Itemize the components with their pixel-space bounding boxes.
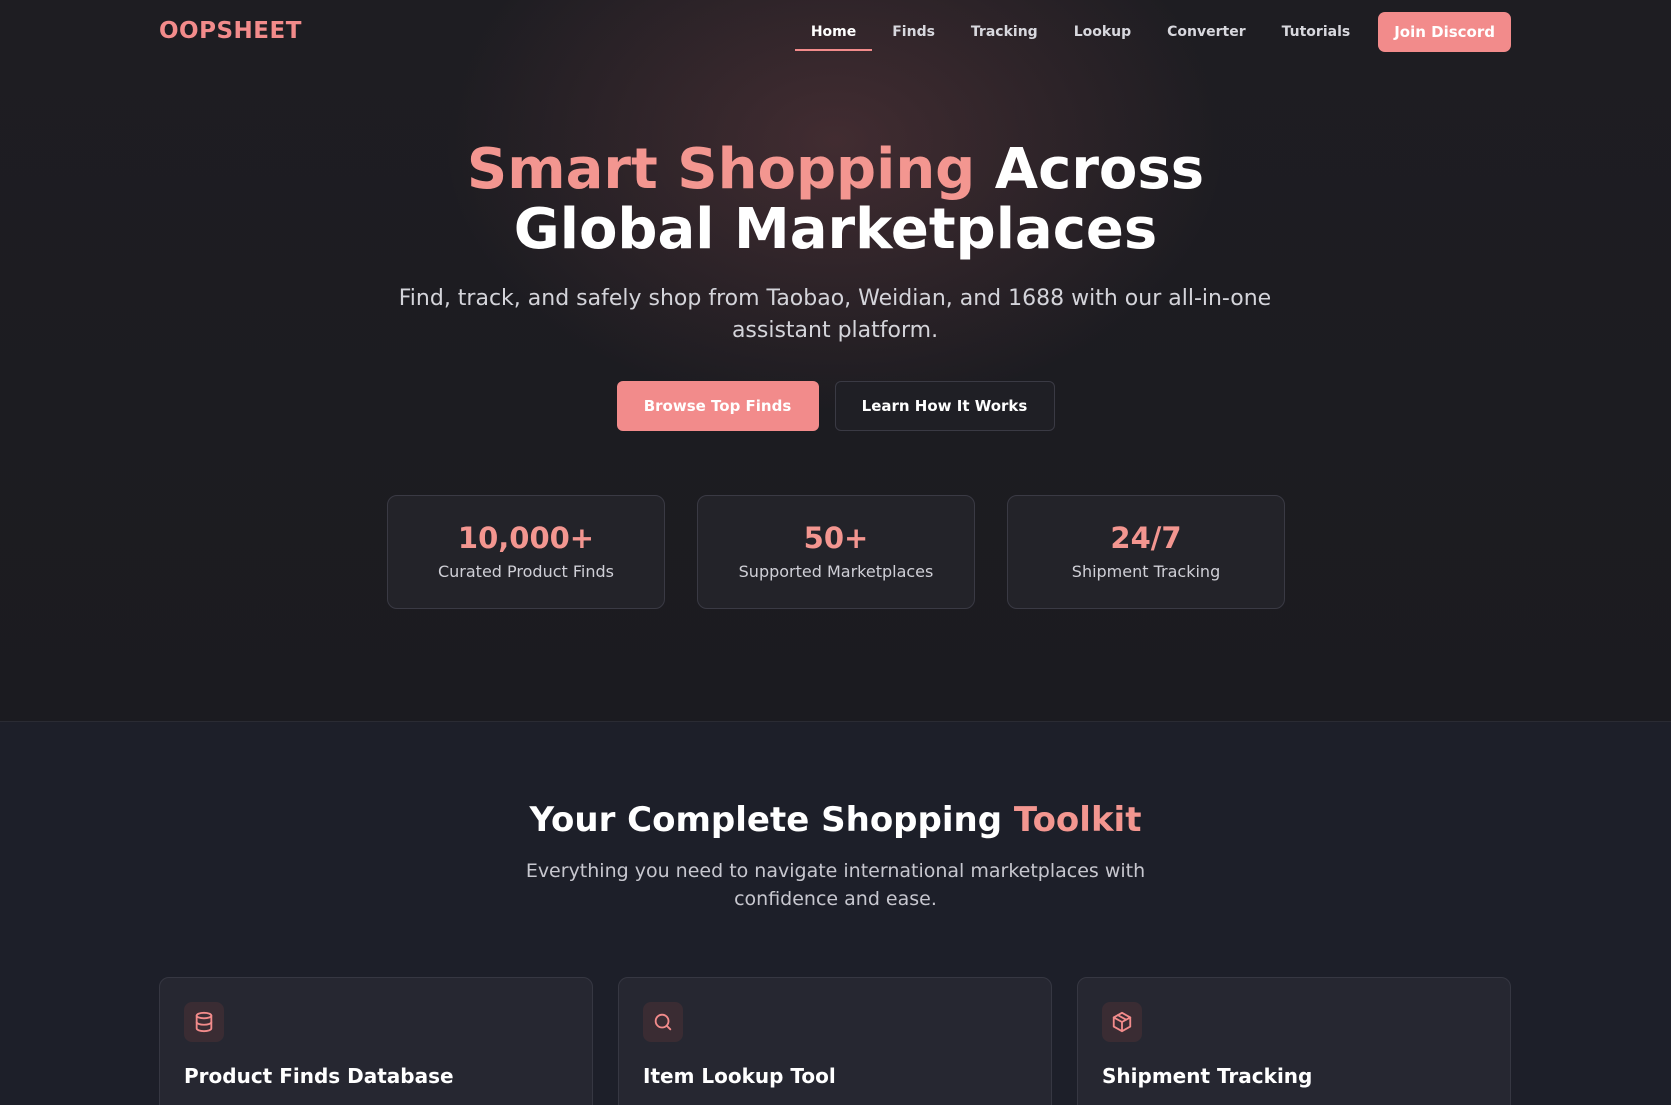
feature-title: Product Finds Database [184,1064,454,1088]
stat-value: 10,000+ [457,521,595,555]
search-icon [643,1002,683,1042]
stat-label: Curated Product Finds [437,562,614,581]
feature-card-item-lookup[interactable]: Item Lookup Tool [618,977,1052,1105]
package-icon [1102,1002,1142,1042]
join-discord-button[interactable]: Join Discord [1378,12,1511,52]
stat-card: 50+ Supported Marketplaces [697,495,975,609]
hero-cta-row: Browse Top Finds Learn How It Works [0,381,1671,431]
nav-item-tutorials[interactable]: Tutorials [1266,14,1367,50]
feature-title: Item Lookup Tool [643,1064,836,1088]
toolkit-title-main: Your Complete Shopping [529,800,1003,840]
feature-title: Shipment Tracking [1102,1064,1313,1088]
stats-row: 10,000+ Curated Product Finds 50+ Suppor… [387,495,1285,609]
stat-card: 10,000+ Curated Product Finds [387,495,665,609]
feature-card-shipment-tracking[interactable]: Shipment Tracking [1077,977,1511,1105]
stat-card: 24/7 Shipment Tracking [1007,495,1285,609]
toolkit-subtitle: Everything you need to navigate internat… [525,860,1146,910]
stat-label: Supported Marketplaces [738,562,934,581]
database-icon [184,1002,224,1042]
browse-top-finds-button[interactable]: Browse Top Finds [616,381,819,431]
hero-headline: Smart Shopping Across Global Marketplace… [0,140,1671,260]
headline-line2: Global Marketplaces [513,197,1158,262]
feature-cards: Product Finds Database Item Lookup Tool … [159,977,1511,1105]
nav-item-home[interactable]: Home [794,14,873,51]
headline-rest: Across [994,137,1205,202]
hero-section [0,0,1671,722]
nav-item-finds[interactable]: Finds [876,14,951,50]
stat-value: 50+ [803,521,869,555]
toolkit-title: Your Complete Shopping Toolkit [0,800,1671,840]
stat-label: Shipment Tracking [1071,562,1221,581]
nav-item-tracking[interactable]: Tracking [955,14,1054,50]
headline-accent: Smart Shopping [466,137,976,202]
hero-subtitle: Find, track, and safely shop from Taobao… [398,286,1272,343]
learn-how-it-works-button[interactable]: Learn How It Works [834,381,1055,431]
nav-item-lookup[interactable]: Lookup [1058,14,1147,50]
main-nav: Home Finds Tracking Lookup Converter Tut… [791,12,1511,52]
feature-card-finds-database[interactable]: Product Finds Database [159,977,593,1105]
nav-item-converter[interactable]: Converter [1151,14,1261,50]
brand-logo[interactable]: OOPSHEET [159,18,302,44]
toolkit-title-accent: Toolkit [1013,800,1142,840]
stat-value: 24/7 [1110,521,1182,555]
